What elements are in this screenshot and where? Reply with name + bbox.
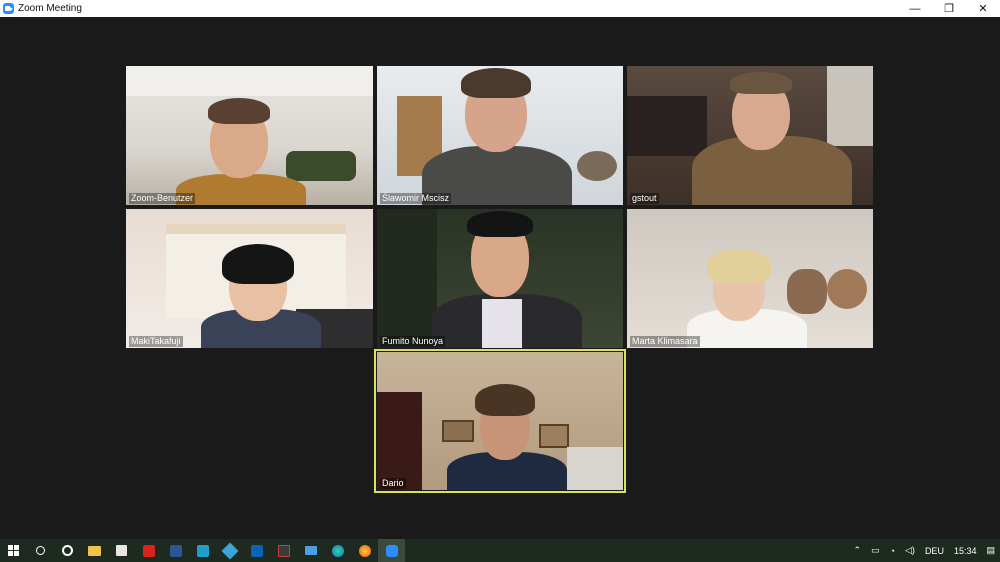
participant-video bbox=[176, 174, 306, 205]
acrobat-icon[interactable] bbox=[135, 539, 162, 562]
file-explorer-icon[interactable] bbox=[81, 539, 108, 562]
window-controls: — ❐ ✕ bbox=[898, 0, 1000, 17]
app2-icon[interactable] bbox=[216, 539, 243, 562]
window-title: Zoom Meeting bbox=[18, 3, 82, 14]
video-tile-fumito-nunoya[interactable]: Fumito Nunoya bbox=[377, 209, 623, 348]
chevron-up-icon[interactable]: ⌃ bbox=[849, 545, 867, 556]
participant-name: Zoom-Benutzer bbox=[129, 193, 196, 204]
video-tile-marta-klimasara[interactable]: Marta Klimasara bbox=[627, 209, 873, 348]
cortana-icon[interactable] bbox=[54, 539, 81, 562]
video-tile-slawomir-mscisz[interactable]: Ślawomir Mscisz bbox=[377, 66, 623, 205]
windows-taskbar: ⌃ ▭ ◔ ◁) DEU 15:34 ▤ bbox=[0, 539, 1000, 562]
battery-icon[interactable]: ▭ bbox=[866, 545, 885, 556]
video-tile-zoom-benutzer[interactable]: Zoom-Benutzer bbox=[126, 66, 373, 205]
app-icon[interactable] bbox=[189, 539, 216, 562]
participant-name: Marta Klimasara bbox=[630, 336, 700, 347]
clock[interactable]: 15:34 bbox=[949, 546, 982, 556]
windows-start-icon[interactable] bbox=[0, 539, 27, 562]
participant-name: Ślawomir Mscisz bbox=[380, 193, 452, 204]
mail-icon[interactable] bbox=[297, 539, 324, 562]
word-icon[interactable] bbox=[162, 539, 189, 562]
close-button[interactable]: ✕ bbox=[966, 0, 1000, 17]
volume-icon[interactable]: ◁) bbox=[900, 545, 920, 556]
video-tile-gstout[interactable]: gstout bbox=[627, 66, 873, 205]
title-bar: Zoom Meeting — ❐ ✕ bbox=[0, 0, 1000, 17]
minimize-button[interactable]: — bbox=[898, 0, 932, 17]
participant-name: gstout bbox=[630, 193, 659, 204]
language-indicator[interactable]: DEU bbox=[920, 546, 949, 556]
edge-icon[interactable] bbox=[324, 539, 351, 562]
video-tile-dario[interactable]: Dario bbox=[374, 349, 626, 493]
zoom-app-icon bbox=[3, 3, 14, 14]
restore-button[interactable]: ❐ bbox=[932, 0, 966, 17]
firefox-icon[interactable] bbox=[351, 539, 378, 562]
participant-name: MakiTakafuji bbox=[129, 336, 183, 347]
zoom-icon[interactable] bbox=[378, 539, 405, 562]
search-icon[interactable] bbox=[27, 539, 54, 562]
video-tile-makitakafuji[interactable]: MakiTakafuji bbox=[126, 209, 373, 348]
wifi-icon[interactable]: ◔ bbox=[885, 546, 900, 556]
app3-icon[interactable] bbox=[270, 539, 297, 562]
participant-name: Fumito Nunoya bbox=[380, 336, 446, 347]
outlook-icon[interactable] bbox=[243, 539, 270, 562]
store-icon[interactable] bbox=[108, 539, 135, 562]
participant-name: Dario bbox=[380, 478, 406, 489]
system-tray: ⌃ ▭ ◔ ◁) DEU 15:34 ▤ bbox=[849, 539, 1000, 562]
notification-icon[interactable]: ▤ bbox=[981, 545, 1000, 556]
gallery-view: Zoom-Benutzer Ślawomir Mscisz gstout Mak… bbox=[0, 17, 1000, 539]
